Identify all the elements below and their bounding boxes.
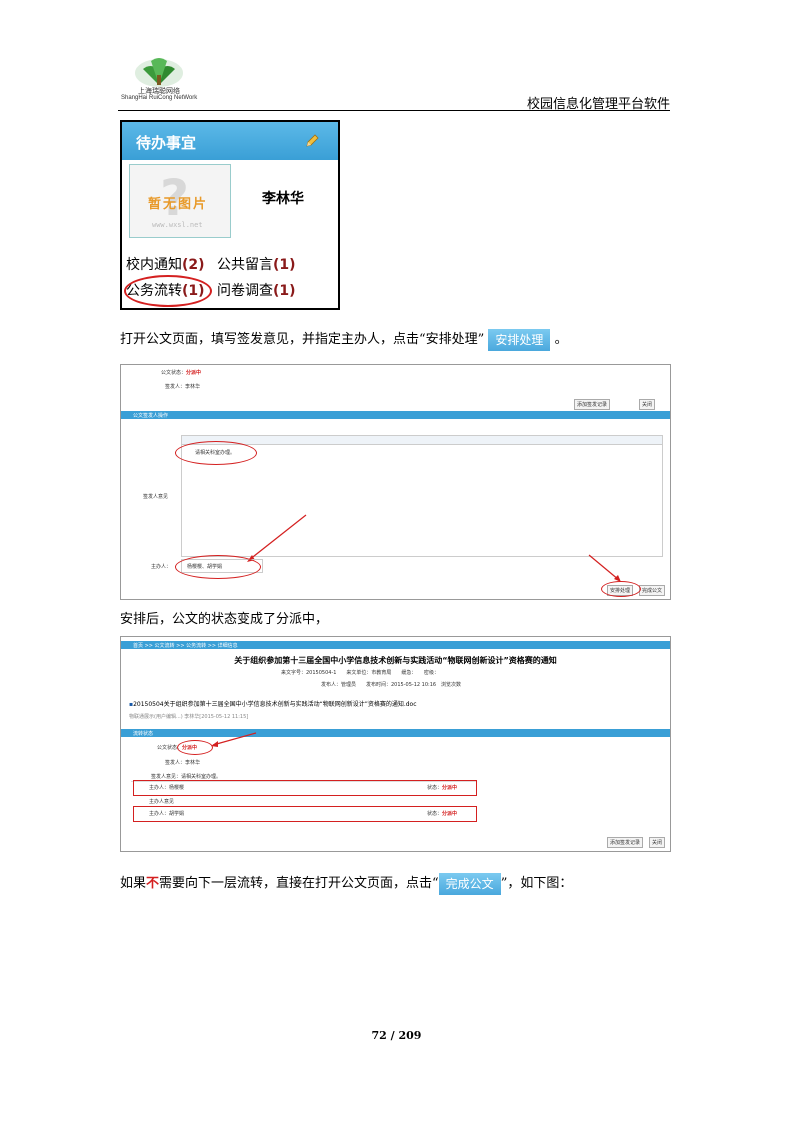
pencil-icon[interactable] (304, 133, 320, 149)
annotation-circle (601, 581, 641, 597)
arrange-button-image: 安排处理 (488, 328, 551, 351)
todo-title-bar: 待办事宜 (122, 122, 338, 160)
finish-button-image: 完成公文 (438, 872, 501, 895)
host-row-1 (133, 780, 477, 796)
add-log-button[interactable]: 添加签发记录 (607, 837, 644, 848)
header-rule (118, 110, 670, 111)
page-number: 72 / 209 (371, 1029, 422, 1042)
no-image-url: www.wxsl.net (152, 221, 203, 229)
sign-off-form-screenshot: 公文状态：分派中 签发人：李林华 添加签发记录 关闭 公文签发人操作 请相关科室… (120, 364, 671, 600)
instruction-paragraph-2: 安排后，公文的状态变成了分派中， (120, 612, 329, 627)
close-button[interactable]: 关闭 (649, 837, 666, 848)
logo-en-text: ShangHai RuiCong NetWork (121, 95, 198, 101)
annotation-circle (175, 555, 261, 579)
user-name: 李林华 (262, 191, 304, 207)
finish-button[interactable]: 完成公文 (639, 585, 666, 596)
instruction-paragraph-3: 如果不需要向下一层流转，直接在打开公文页面，点击“ 完成公文 ”，如下图： (120, 872, 572, 895)
todo-widget-screenshot: 待办事宜 ? 暂无图片 www.wxsl.net 李林华 校内通知(2) 公共留… (120, 120, 340, 310)
todo-title: 待办事宜 (136, 134, 197, 152)
todo-item-notice[interactable]: 校内通知(2) (126, 254, 205, 274)
doc-detail-screenshot: 首页 >> 公文流转 >> 公务流转 >> 详细信息 关于组织参加第十三届全国中… (120, 636, 671, 852)
todo-item-message[interactable]: 公共留言(1) (217, 254, 296, 274)
annotation-circle (124, 275, 212, 307)
todo-item-survey[interactable]: 问卷调查(1) (217, 280, 296, 300)
host-row-2 (133, 806, 477, 822)
instruction-paragraph-1: 打开公文页面，填写签发意见，并指定主办人，点击“安排处理” 安排处理 。 (120, 328, 568, 351)
no-image-text: 暂无图片 (148, 197, 209, 212)
avatar-placeholder: ? 暂无图片 www.wxsl.net (129, 164, 231, 238)
